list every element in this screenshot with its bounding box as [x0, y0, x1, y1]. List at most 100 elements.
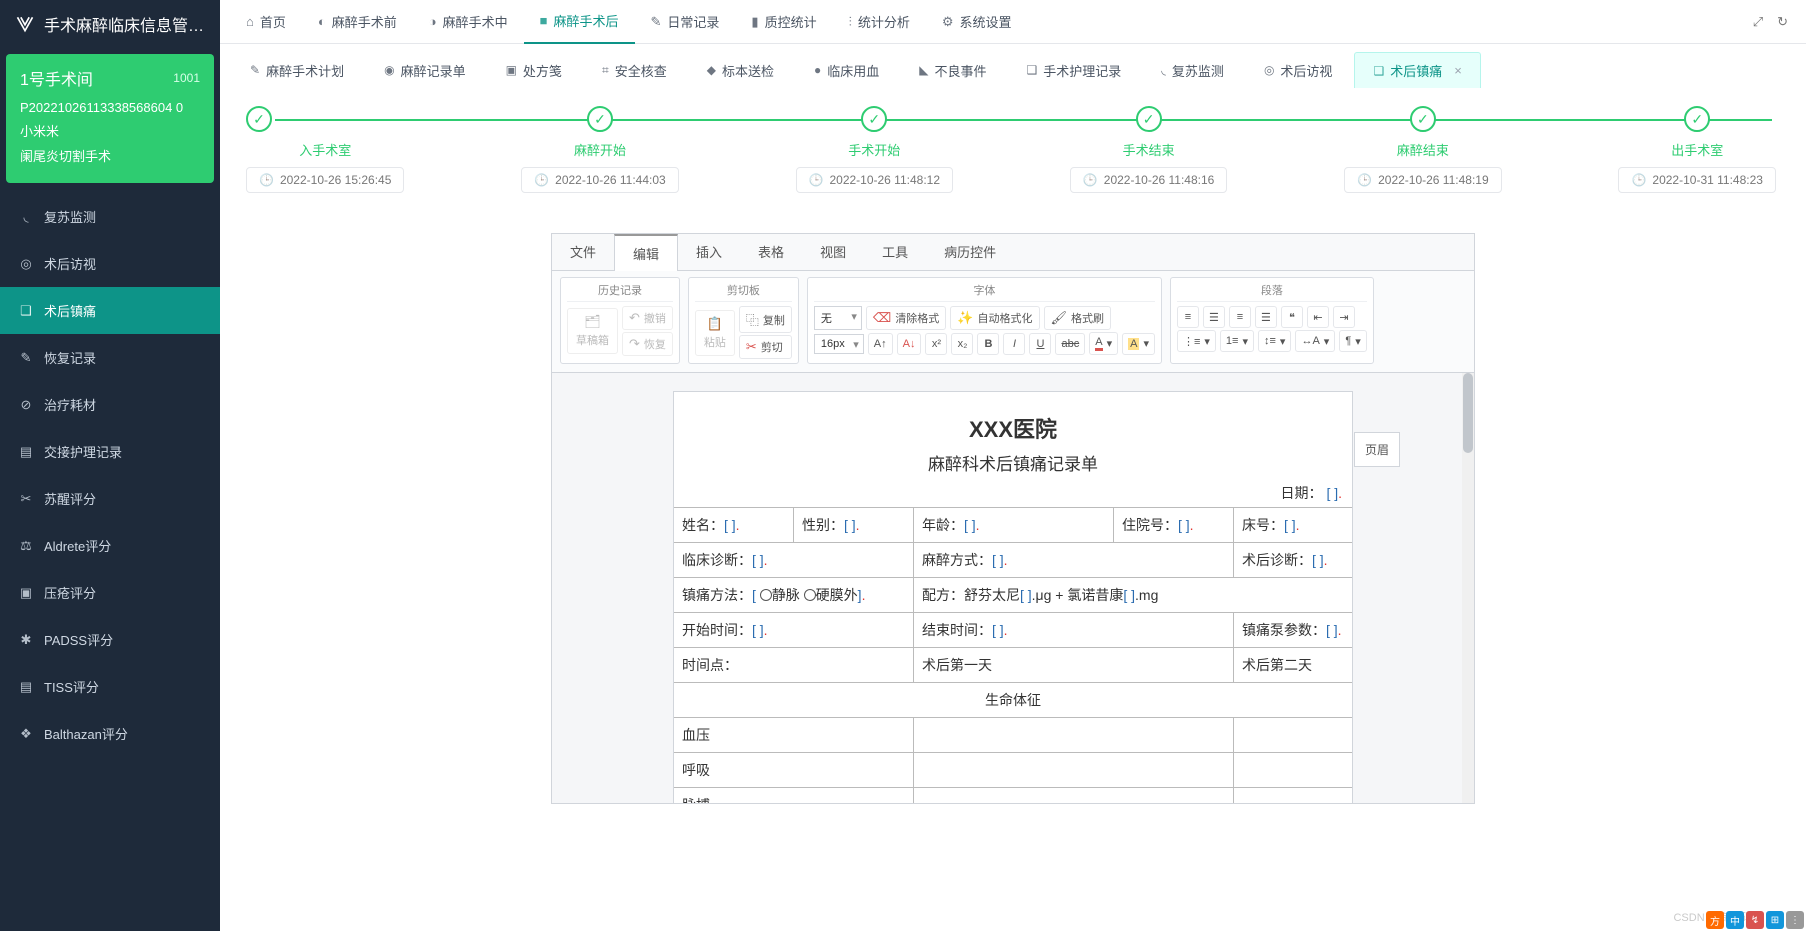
- topnav-item-7[interactable]: ⚙系统设置: [926, 0, 1028, 44]
- subtab-0[interactable]: ✎麻醉手术计划: [232, 53, 362, 88]
- sub-tabs: ✎麻醉手术计划◉麻醉记录单▣处方笺⌗安全核查◆标本送检●临床用血◣不良事件❑手术…: [220, 44, 1806, 88]
- underline-button[interactable]: U: [1029, 333, 1051, 355]
- sidebar-item-3[interactable]: ✎恢复记录: [0, 334, 220, 381]
- copy-button[interactable]: ⿻复制: [739, 306, 792, 333]
- quote-button[interactable]: ❝: [1281, 306, 1303, 328]
- topnav-item-4[interactable]: ✎日常记录: [635, 0, 736, 44]
- nav-label: 术后镇痛: [44, 301, 96, 320]
- sidebar-item-2[interactable]: ❑ 术后镇痛: [0, 287, 220, 334]
- spacing-button[interactable]: ↔A▾: [1295, 330, 1335, 352]
- editor-menu-4[interactable]: 视图: [802, 234, 864, 270]
- subtab-icon: ◆: [707, 63, 716, 77]
- step-label: 手术开始: [848, 140, 900, 159]
- font-family-select[interactable]: 无: [814, 306, 862, 330]
- bullet-list-button[interactable]: ⋮≡▾: [1177, 330, 1216, 352]
- clear-format-button[interactable]: ⌫清除格式: [866, 306, 946, 330]
- tray-icon[interactable]: 中: [1726, 911, 1744, 929]
- sidebar-item-0[interactable]: ◟复苏监测: [0, 193, 220, 240]
- sidebar-item-5[interactable]: ▤交接护理记录: [0, 428, 220, 475]
- bg-color-button[interactable]: A▾: [1122, 333, 1155, 355]
- align-left-button[interactable]: ≡: [1177, 306, 1199, 328]
- editor-menu-3[interactable]: 表格: [740, 234, 802, 270]
- topnav-item-5[interactable]: ▮质控统计: [735, 0, 832, 44]
- sidebar-item-6[interactable]: ✂苏醒评分: [0, 475, 220, 522]
- subtab-7[interactable]: ❑手术护理记录: [1008, 53, 1139, 88]
- paste-button[interactable]: 📋 粘贴: [695, 310, 735, 356]
- close-icon[interactable]: ×: [1454, 63, 1462, 78]
- font-color-button[interactable]: A▾: [1089, 332, 1118, 355]
- undo-button[interactable]: ↶撤销: [622, 306, 673, 330]
- scratch-button[interactable]: 🗂 草稿箱: [567, 308, 618, 354]
- topnav-item-1[interactable]: ◐麻醉手术前: [302, 0, 413, 44]
- font-increase-button[interactable]: A↑: [868, 333, 893, 355]
- ribbon-title-paragraph: 段落: [1177, 282, 1367, 302]
- subtab-3[interactable]: ⌗安全核查: [584, 53, 685, 88]
- sidebar-item-9[interactable]: ✱PADSS评分: [0, 616, 220, 663]
- outdent-button[interactable]: ⇤: [1307, 306, 1329, 328]
- font-increase-icon: A↑: [874, 338, 887, 350]
- scrollbar-track[interactable]: [1462, 373, 1474, 803]
- document-scroll[interactable]: 页眉 XXX医院 麻醉科术后镇痛记录单 日期： [ ]. 姓名：[ ]. 性别：…: [552, 373, 1474, 803]
- progress-steps: ✓ 入手术室 🕒2022-10-26 15:26:45 ✓ 麻醉开始 🕒2022…: [220, 88, 1806, 201]
- indent-button[interactable]: ⇥: [1333, 306, 1355, 328]
- scrollbar-thumb[interactable]: [1463, 373, 1473, 453]
- subtab-1[interactable]: ◉麻醉记录单: [366, 53, 484, 88]
- subtab-10[interactable]: ❑术后镇痛×: [1354, 52, 1480, 88]
- superscript-button[interactable]: x²: [925, 333, 947, 355]
- align-justify-button[interactable]: ☰: [1255, 306, 1277, 328]
- tray-icon[interactable]: 方: [1706, 911, 1724, 929]
- italic-icon: I: [1013, 338, 1016, 350]
- subtab-4[interactable]: ◆标本送检: [689, 53, 792, 88]
- tray-icon[interactable]: ⋮: [1786, 911, 1804, 929]
- subtab-6[interactable]: ◣不良事件: [901, 53, 1004, 88]
- align-left-icon: ≡: [1185, 311, 1191, 323]
- topnav-item-6[interactable]: ⫶统计分析: [833, 0, 926, 44]
- nav-icon: ❑: [18, 303, 34, 319]
- strike-button[interactable]: abc: [1055, 333, 1085, 355]
- nav-label: TISS评分: [44, 677, 99, 696]
- topnav-item-3[interactable]: ■麻醉手术后: [524, 0, 635, 44]
- para-more-button[interactable]: ¶▾: [1339, 330, 1366, 352]
- line-height-button[interactable]: ↕≡▾: [1258, 330, 1291, 352]
- format-brush-button[interactable]: 🖌格式刷: [1044, 306, 1112, 330]
- subtab-2[interactable]: ▣处方笺: [488, 53, 580, 88]
- refresh-icon[interactable]: ↻: [1777, 14, 1788, 30]
- sidebar-item-8[interactable]: ▣压疮评分: [0, 569, 220, 616]
- sidebar-item-7[interactable]: ⚖Aldrete评分: [0, 522, 220, 569]
- sidebar-item-4[interactable]: ⊘治疗耗材: [0, 381, 220, 428]
- page-header-button[interactable]: 页眉: [1354, 432, 1400, 467]
- step-check-icon: ✓: [1410, 106, 1436, 132]
- tray-icon[interactable]: ↯: [1746, 911, 1764, 929]
- editor-menu-6[interactable]: 病历控件: [926, 234, 1014, 270]
- cut-button[interactable]: ✂剪切: [739, 335, 792, 359]
- number-list-button[interactable]: 1≡▾: [1220, 330, 1254, 352]
- topnav-item-2[interactable]: ◑麻醉手术中: [413, 0, 524, 44]
- subtab-icon: ◉: [384, 63, 394, 77]
- patient-room: 1号手术间: [20, 66, 93, 90]
- font-size-select[interactable]: 16px: [814, 334, 864, 354]
- brush-icon: 🖌: [1051, 310, 1068, 326]
- subtab-5[interactable]: ●临床用血: [796, 53, 897, 88]
- font-decrease-button[interactable]: A↓: [897, 333, 922, 355]
- sidebar-item-10[interactable]: ▤TISS评分: [0, 663, 220, 710]
- auto-format-button[interactable]: ✨自动格式化: [950, 306, 1039, 330]
- align-right-icon: ≡: [1237, 311, 1243, 323]
- tray-icon[interactable]: ⊞: [1766, 911, 1784, 929]
- sidebar-item-11[interactable]: ❖Balthazan评分: [0, 710, 220, 757]
- fullscreen-icon[interactable]: ⤢: [1753, 14, 1763, 30]
- editor-menu-2[interactable]: 插入: [678, 234, 740, 270]
- sidebar-item-1[interactable]: ◎术后访视: [0, 240, 220, 287]
- align-center-button[interactable]: ☰: [1203, 306, 1225, 328]
- bold-button[interactable]: B: [977, 333, 999, 355]
- italic-button[interactable]: I: [1003, 333, 1025, 355]
- editor-menu-0[interactable]: 文件: [552, 234, 614, 270]
- subscript-button[interactable]: x₂: [951, 333, 973, 355]
- subtab-8[interactable]: ◟复苏监测: [1143, 53, 1242, 88]
- topnav-item-0[interactable]: ⌂首页: [230, 0, 302, 44]
- subtab-9[interactable]: ◎术后访视: [1246, 53, 1351, 88]
- editor-menu-1[interactable]: 编辑: [614, 234, 678, 271]
- redo-button[interactable]: ↷恢复: [622, 332, 673, 356]
- align-right-button[interactable]: ≡: [1229, 306, 1251, 328]
- editor-menu-5[interactable]: 工具: [864, 234, 926, 270]
- editor-menu-bar: 文件编辑插入表格视图工具病历控件: [552, 234, 1474, 271]
